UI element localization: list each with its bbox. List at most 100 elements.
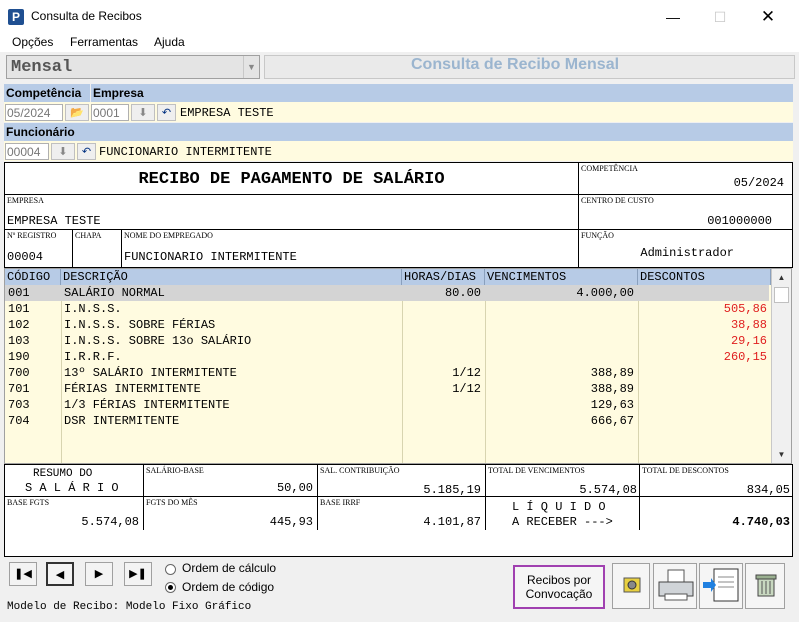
order-codigo-label[interactable]: Ordem de código: [182, 580, 274, 594]
nome-cell: NOME DO EMPREGADO FUNCIONARIO INTERMITEN…: [121, 229, 579, 268]
maximize-button[interactable]: ☐: [697, 6, 743, 28]
funcao-label: FUNÇÃO: [581, 231, 614, 240]
export-document-button[interactable]: [699, 563, 743, 609]
salario-base-label: SALÁRIO-BASE: [146, 466, 204, 475]
cell-codigo: 704: [8, 414, 30, 428]
cell-vencimentos: 388,89: [590, 366, 634, 380]
cell-vencimentos: 4.000,00: [576, 286, 634, 300]
total-vencimentos-cell: TOTAL DE VENCIMENTOS 5.574,08: [485, 464, 640, 497]
receipt-title-cell: RECIBO DE PAGAMENTO DE SALÁRIO: [4, 162, 579, 195]
registro-label: Nº REGISTRO: [7, 231, 57, 240]
resumo-cell: RESUMO DO S A L Á R I O: [4, 464, 144, 497]
menu-ferramentas[interactable]: Ferramentas: [70, 35, 138, 49]
menu-opcoes[interactable]: Opções: [12, 35, 53, 49]
cell-horas: 1/12: [452, 366, 481, 380]
close-button[interactable]: ✕: [745, 6, 791, 28]
funcionario-label: Funcionário: [4, 123, 793, 141]
funcionario-code-input[interactable]: 00004: [5, 143, 49, 160]
settings-tool-button[interactable]: [612, 563, 650, 609]
cell-codigo: 190: [8, 350, 30, 364]
menu-ajuda[interactable]: Ajuda: [154, 35, 185, 49]
table-row[interactable]: 101 I.N.S.S. 505,86: [5, 301, 769, 317]
empresa-label: Empresa: [91, 84, 793, 102]
print-button[interactable]: [653, 563, 697, 609]
empresa-code-input[interactable]: 0001: [91, 104, 129, 121]
col-header-descricao: DESCRIÇÃO: [61, 269, 402, 285]
centro-custo-label: CENTRO DE CUSTO: [581, 196, 654, 205]
scroll-up-arrow-icon[interactable]: ▲: [772, 269, 791, 286]
cell-descricao: 13º SALÁRIO INTERMITENTE: [64, 366, 237, 380]
funcao-cell: FUNÇÃO Administrador: [578, 229, 793, 268]
empresa-value: EMPRESA TESTE: [7, 214, 101, 228]
download-arrow-icon[interactable]: ⬇: [131, 104, 155, 121]
empresa-field-label: EMPRESA: [7, 196, 44, 205]
window-title: Consulta de Recibos: [31, 9, 142, 23]
cell-codigo: 102: [8, 318, 30, 332]
competencia-input[interactable]: 05/2024: [5, 104, 63, 121]
minimize-button[interactable]: —: [650, 6, 696, 28]
salario-base-value: 50,00: [276, 481, 313, 495]
scroll-down-arrow-icon[interactable]: ▼: [772, 446, 791, 463]
table-row[interactable]: 103 I.N.S.S. SOBRE 13o SALÁRIO 29,16: [5, 333, 769, 349]
undo-icon[interactable]: ↶: [77, 143, 96, 160]
base-fgts-label: BASE FGTS: [7, 498, 50, 507]
last-record-icon[interactable]: ▶❚: [124, 562, 152, 586]
col-header-vencimentos: VENCIMENTOS: [485, 269, 638, 285]
folder-open-icon[interactable]: 📂: [65, 104, 89, 121]
table-scrollbar[interactable]: ▲ ▼: [771, 269, 791, 463]
cell-codigo: 700: [8, 366, 30, 380]
undo-icon[interactable]: ↶: [157, 104, 176, 121]
order-calculo-label[interactable]: Ordem de cálculo: [182, 561, 276, 575]
receipt-header: RECIBO DE PAGAMENTO DE SALÁRIO COMPETÊNC…: [4, 162, 793, 268]
col-header-horas: HORAS/DIAS: [402, 269, 485, 285]
empresa-name: EMPRESA TESTE: [180, 106, 274, 120]
cell-codigo: 103: [8, 334, 30, 348]
table-row[interactable]: [5, 429, 769, 445]
liquido-line2: A RECEBER --->: [512, 515, 613, 529]
table-row[interactable]: 700 13º SALÁRIO INTERMITENTE 1/12 388,89: [5, 365, 769, 381]
order-codigo-radio[interactable]: [165, 582, 176, 593]
cell-vencimentos: 129,63: [590, 398, 634, 412]
cell-descricao: DSR INTERMITENTE: [64, 414, 180, 428]
order-calculo-radio[interactable]: [165, 564, 176, 575]
table-row[interactable]: 102 I.N.S.S. SOBRE FÉRIAS 38,88: [5, 317, 769, 333]
cell-descontos: 38,88: [730, 318, 767, 332]
previous-record-icon[interactable]: ◀: [46, 562, 74, 586]
table-row[interactable]: 703 1/3 FÉRIAS INTERMITENTE 129,63: [5, 397, 769, 413]
sal-contribuicao-value: 5.185,19: [423, 483, 481, 497]
chevron-down-icon[interactable]: ▼: [243, 56, 259, 78]
delete-button[interactable]: [745, 563, 785, 609]
cell-codigo: 001: [8, 286, 30, 300]
funcao-value: Administrador: [640, 246, 734, 260]
liquido-line1: L Í Q U I D O: [512, 500, 606, 514]
gear-wrench-icon: [623, 577, 641, 593]
table-row[interactable]: 001 SALÁRIO NORMAL 80.00 4.000,00: [5, 285, 769, 301]
first-record-icon[interactable]: ❚◀: [9, 562, 37, 586]
scroll-thumb[interactable]: [774, 287, 789, 303]
cell-horas: 80.00: [444, 286, 481, 300]
download-arrow-icon[interactable]: ⬇: [51, 143, 75, 160]
items-table: CÓDIGO DESCRIÇÃO HORAS/DIAS VENCIMENTOS …: [4, 268, 792, 464]
liquido-cell: 4.740,03: [639, 496, 793, 531]
printer-icon: [658, 569, 694, 601]
cell-descricao: I.R.R.F.: [64, 350, 122, 364]
competencia-value: 05/2024: [733, 176, 784, 190]
total-vencimentos-value: 5.574,08: [579, 483, 637, 497]
centro-custo-value: 001000000: [707, 214, 772, 228]
competencia-cell: COMPETÊNCIA 05/2024: [578, 162, 793, 195]
app-logo-icon: P: [8, 9, 24, 25]
status-text: Modelo de Recibo: Modelo Fixo Gráfico: [7, 601, 252, 613]
registro-cell: Nº REGISTRO 00004: [4, 229, 73, 268]
period-type-select[interactable]: Mensal ▼: [6, 55, 260, 79]
liquido-label-cell: L Í Q U I D O A RECEBER --->: [485, 496, 640, 531]
recibos-convocacao-button[interactable]: Recibos por Convocação: [513, 565, 605, 609]
liquido-value: 4.740,03: [732, 515, 790, 529]
col-header-codigo: CÓDIGO: [5, 269, 61, 285]
fgts-mes-cell: FGTS DO MÊS 445,93: [143, 496, 318, 531]
table-row[interactable]: 190 I.R.R.F. 260,15: [5, 349, 769, 365]
col-header-descontos: DESCONTOS: [638, 269, 771, 285]
salary-summary: RESUMO DO S A L Á R I O SALÁRIO-BASE 50,…: [4, 464, 793, 531]
table-row[interactable]: 704 DSR INTERMITENTE 666,67: [5, 413, 769, 429]
next-record-icon[interactable]: ▶: [85, 562, 113, 586]
table-row[interactable]: 701 FÉRIAS INTERMITENTE 1/12 388,89: [5, 381, 769, 397]
